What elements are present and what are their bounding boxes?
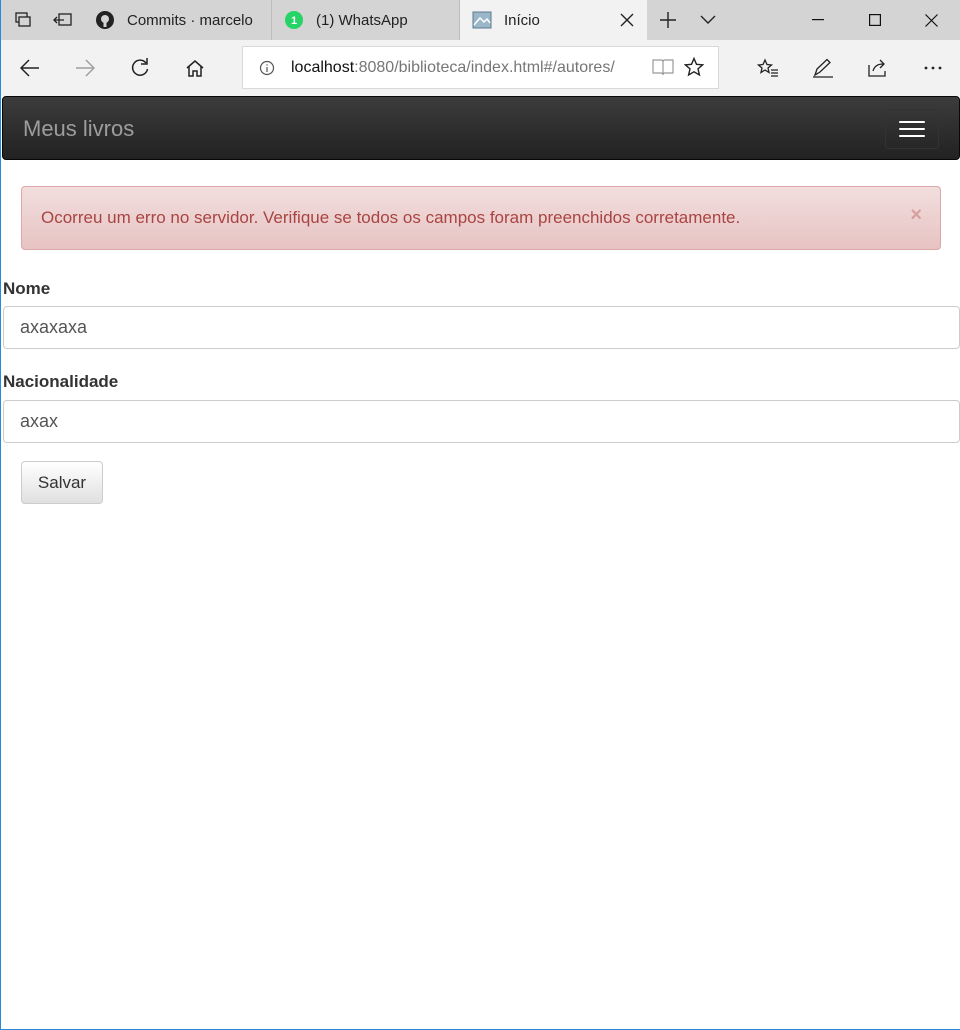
navbar-toggle-button[interactable] (885, 109, 939, 149)
whatsapp-icon: 1 (284, 10, 304, 30)
browser-toolbar: localhost:8080/biblioteca/index.html#/au… (1, 40, 960, 96)
web-page: Meus livros Ocorreu um erro no servidor.… (2, 96, 960, 1029)
tab-whatsapp[interactable]: 1 (1) WhatsApp (272, 0, 460, 40)
pen-notes-icon[interactable] (803, 48, 843, 88)
app-navbar: Meus livros (2, 96, 960, 160)
error-alert: Ocorreu um erro no servidor. Verifique s… (21, 186, 941, 250)
hamburger-icon (899, 121, 925, 123)
reading-view-icon[interactable] (652, 57, 674, 82)
alert-message: Ocorreu um erro no servidor. Verifique s… (41, 208, 741, 227)
github-icon (95, 10, 115, 30)
set-aside-tabs-icon[interactable] (43, 0, 83, 40)
more-options-icon[interactable] (913, 48, 953, 88)
browser-window: Commits · marcelo 1 (1) WhatsApp Início (0, 0, 960, 1030)
favorite-star-icon[interactable] (683, 56, 705, 82)
refresh-icon[interactable] (120, 48, 160, 88)
new-tab-icon[interactable] (648, 0, 688, 40)
favorites-hub-icon[interactable] (748, 48, 788, 88)
close-icon[interactable]: × (910, 205, 922, 225)
save-button[interactable]: Salvar (21, 461, 103, 504)
share-icon[interactable] (858, 48, 898, 88)
brand-link[interactable]: Meus livros (23, 117, 134, 141)
nacionalidade-input[interactable] (3, 400, 960, 443)
address-bar[interactable]: localhost:8080/biblioteca/index.html#/au… (242, 46, 719, 89)
page-icon (472, 10, 492, 30)
tab-title: Commits · marcelo (127, 11, 253, 29)
close-window-icon[interactable] (903, 0, 960, 40)
nome-input[interactable] (3, 306, 960, 349)
url-path: :8080/biblioteca/index.html#/autores/ (354, 58, 615, 76)
back-icon[interactable] (10, 48, 50, 88)
tabs-aside-icon[interactable] (3, 0, 43, 40)
tab-github-commits[interactable]: Commits · marcelo (83, 0, 272, 40)
info-icon[interactable] (259, 60, 275, 76)
chevron-down-icon[interactable] (688, 0, 728, 40)
whatsapp-badge: 1 (291, 15, 297, 27)
nacionalidade-label: Nacionalidade (3, 372, 119, 391)
minimize-icon[interactable] (789, 0, 846, 40)
forward-icon[interactable] (65, 48, 105, 88)
maximize-icon[interactable] (846, 0, 903, 40)
nome-label: Nome (3, 279, 51, 298)
close-tab-icon[interactable] (617, 10, 637, 30)
url-host: localhost (291, 58, 355, 76)
tab-inicio[interactable]: Início (460, 0, 647, 40)
home-icon[interactable] (175, 48, 215, 88)
tab-title: (1) WhatsApp (316, 11, 408, 29)
tab-title: Início (504, 11, 540, 29)
tab-strip: Commits · marcelo 1 (1) WhatsApp Início (1, 0, 960, 40)
